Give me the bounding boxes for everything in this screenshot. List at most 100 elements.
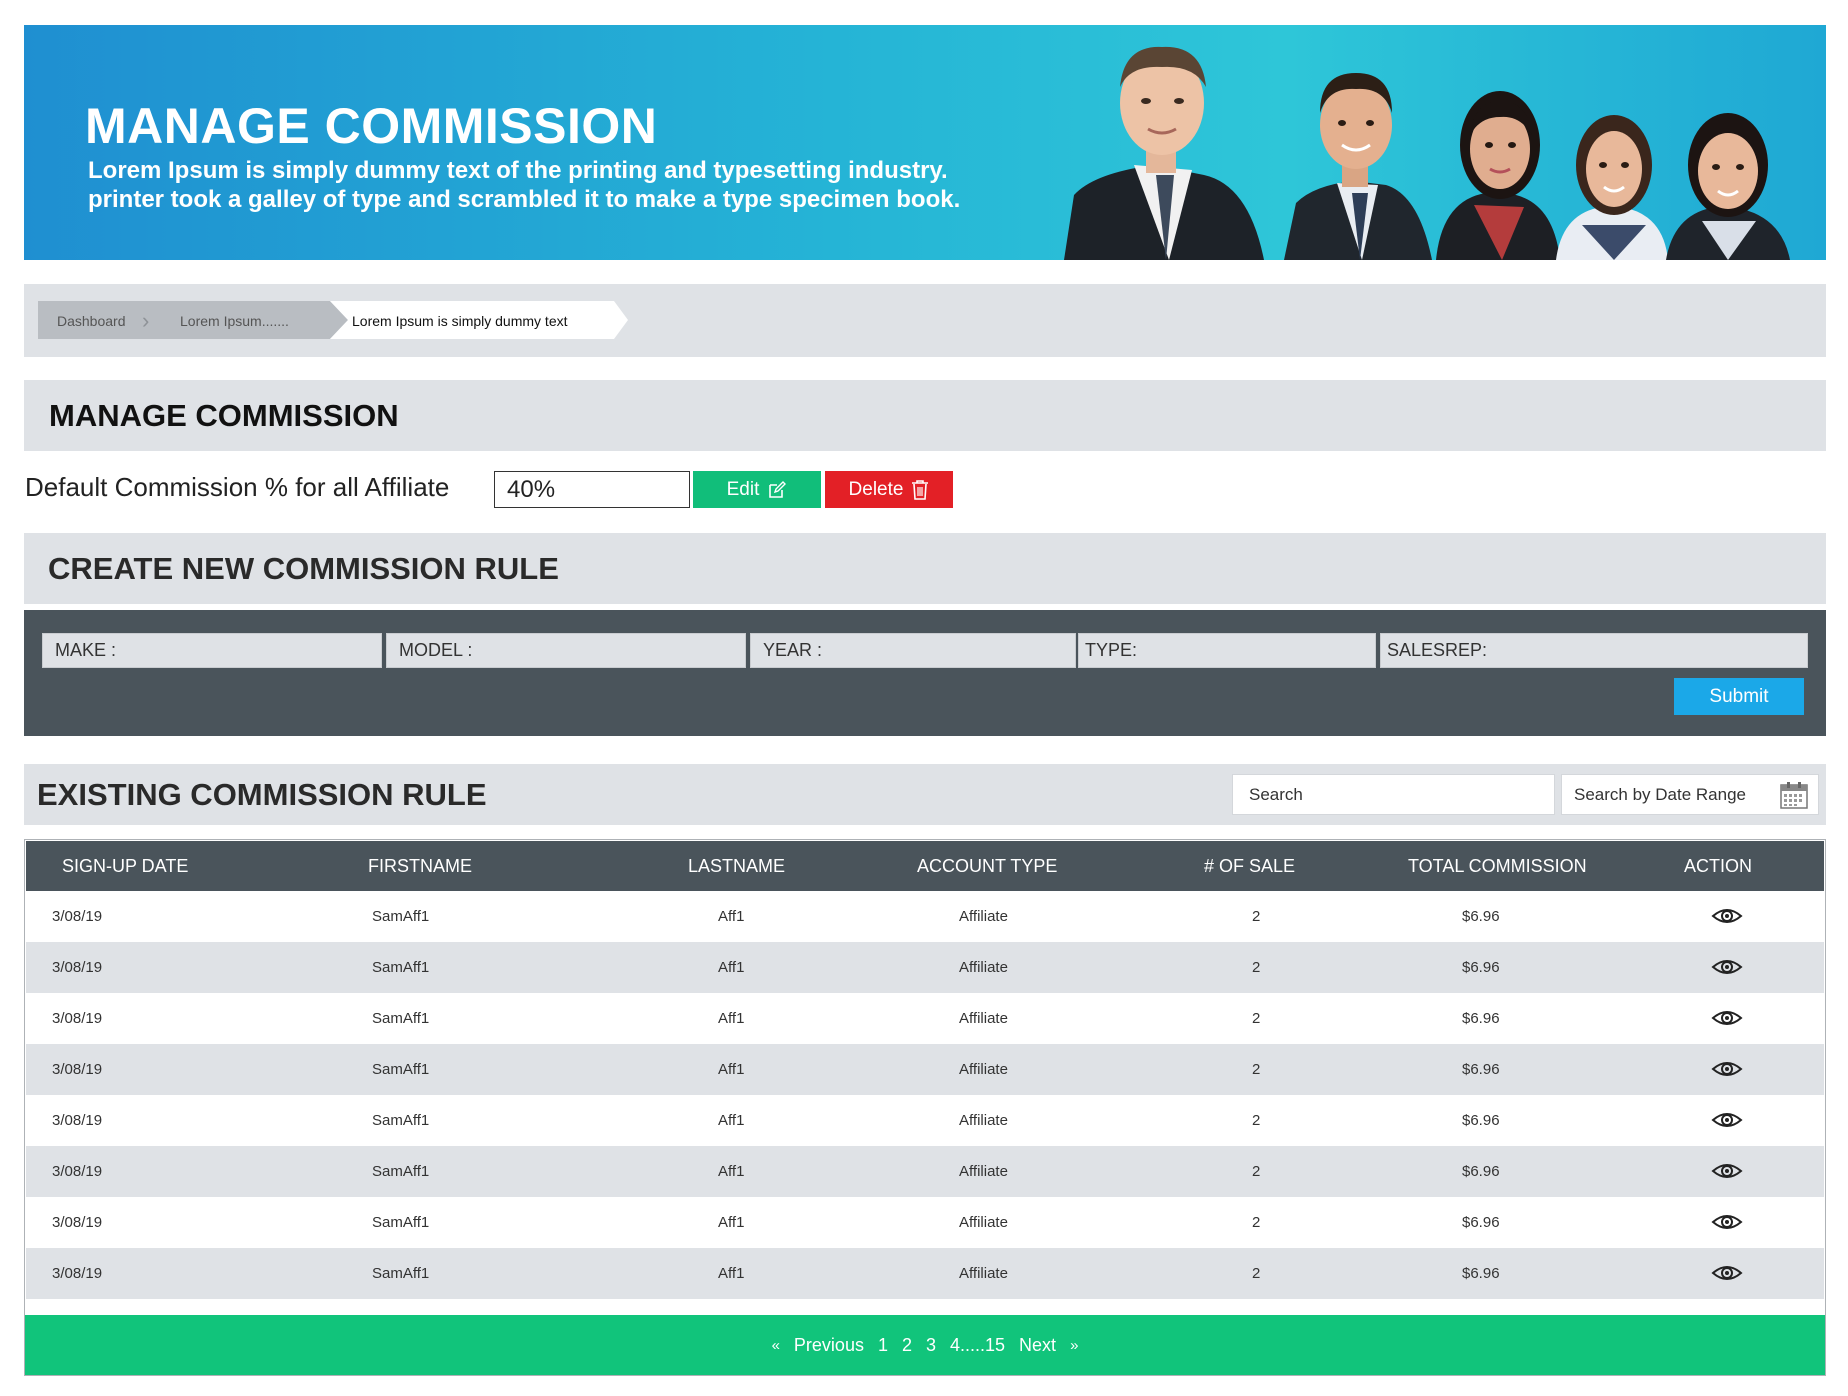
cell-lastname: Aff1 <box>718 908 745 925</box>
table-row: 3/08/19 SamAff1 Aff1 Affiliate 2 $6.96 <box>26 993 1824 1044</box>
cell-signup-date: 3/08/19 <box>52 959 103 976</box>
edit-button-label: Edit <box>726 478 760 500</box>
header-num-sale: # OF SALE <box>1204 856 1296 876</box>
date-range-input[interactable]: Search by Date Range <box>1561 774 1819 815</box>
hero-banner: MANAGE COMMISSION Lorem Ipsum is simply … <box>24 25 1826 260</box>
table-row: 3/08/19 SamAff1 Aff1 Affiliate 2 $6.96 <box>26 1197 1824 1248</box>
delete-button[interactable]: Delete <box>825 471 953 508</box>
table-row: 3/08/19 SamAff1 Aff1 Affiliate 2 $6.96 <box>26 1248 1824 1299</box>
cell-account-type: Affiliate <box>959 1265 1008 1282</box>
cell-firstname: SamAff1 <box>372 1061 430 1078</box>
create-rule-form: MAKE : MODEL : YEAR : TYPE: SALESREP: Su… <box>24 610 1826 736</box>
cell-account-type: Affiliate <box>959 1010 1008 1027</box>
submit-button[interactable]: Submit <box>1674 678 1804 715</box>
cell-signup-date: 3/08/19 <box>52 1214 103 1231</box>
cell-num-sale: 2 <box>1252 908 1261 925</box>
breadcrumb-item-dashboard[interactable]: Dashboard <box>57 313 126 329</box>
pagination-page-range[interactable]: 4.....15 <box>950 1335 1005 1356</box>
table-row: 3/08/19 SamAff1 Aff1 Affiliate 2 $6.96 <box>26 891 1824 942</box>
person-5 <box>1666 113 1790 260</box>
pagination-last[interactable]: » <box>1070 1337 1078 1354</box>
table-row: 3/08/19 SamAff1 Aff1 Affiliate 2 $6.96 <box>26 942 1824 993</box>
chevron-right-icon: › <box>142 308 150 333</box>
cell-total-commission: $6.96 <box>1462 1214 1500 1231</box>
header-lastname: LASTNAME <box>688 856 786 876</box>
header-account-type: ACCOUNT TYPE <box>917 856 1058 876</box>
view-eye-icon[interactable] <box>1711 957 1743 977</box>
cell-num-sale: 2 <box>1252 1112 1261 1129</box>
cell-signup-date: 3/08/19 <box>52 908 103 925</box>
table-row: 3/08/19 SamAff1 Aff1 Affiliate 2 $6.96 <box>26 1044 1824 1095</box>
cell-account-type: Affiliate <box>959 1163 1008 1180</box>
cell-total-commission: $6.96 <box>1462 1112 1500 1129</box>
breadcrumb: Dashboard › Lorem Ipsum....... Lorem Ips… <box>24 284 1826 357</box>
cell-total-commission: $6.96 <box>1462 959 1500 976</box>
search-input[interactable]: Search <box>1232 774 1555 815</box>
cell-num-sale: 2 <box>1252 959 1261 976</box>
banner-title: MANAGE COMMISSION <box>85 98 658 154</box>
cell-lastname: Aff1 <box>718 1265 745 1282</box>
view-eye-icon[interactable] <box>1711 906 1743 926</box>
pagination-page-1[interactable]: 1 <box>878 1335 888 1356</box>
default-commission-input[interactable] <box>494 471 690 508</box>
pagination: « Previous 1 2 3 4.....15 Next » <box>25 1315 1825 1375</box>
view-eye-icon[interactable] <box>1711 1110 1743 1130</box>
view-eye-icon[interactable] <box>1711 1008 1743 1028</box>
salesrep-field[interactable]: SALESREP: <box>1380 633 1808 668</box>
cell-num-sale: 2 <box>1252 1061 1261 1078</box>
make-field[interactable]: MAKE : <box>42 633 382 668</box>
cell-signup-date: 3/08/19 <box>52 1112 103 1129</box>
cell-account-type: Affiliate <box>959 1214 1008 1231</box>
date-range-placeholder: Search by Date Range <box>1574 785 1746 804</box>
pagination-first[interactable]: « <box>772 1337 780 1354</box>
person-1 <box>1064 46 1264 260</box>
cell-total-commission: $6.96 <box>1462 908 1500 925</box>
type-field[interactable]: TYPE: <box>1078 633 1376 668</box>
view-eye-icon[interactable] <box>1711 1161 1743 1181</box>
section-title-create: CREATE NEW COMMISSION RULE <box>48 551 559 586</box>
cell-account-type: Affiliate <box>959 1112 1008 1129</box>
cell-total-commission: $6.96 <box>1462 1163 1500 1180</box>
delete-button-label: Delete <box>848 478 904 500</box>
model-field[interactable]: MODEL : <box>386 633 746 668</box>
cell-account-type: Affiliate <box>959 908 1008 925</box>
section-title-manage: MANAGE COMMISSION <box>49 398 399 433</box>
table-row: 3/08/19 SamAff1 Aff1 Affiliate 2 $6.96 <box>26 1146 1824 1197</box>
view-eye-icon[interactable] <box>1711 1263 1743 1283</box>
pagination-page-2[interactable]: 2 <box>902 1335 912 1356</box>
cell-firstname: SamAff1 <box>372 1010 430 1027</box>
year-field[interactable]: YEAR : <box>750 633 1076 668</box>
cell-lastname: Aff1 <box>718 1061 745 1078</box>
cell-num-sale: 2 <box>1252 1265 1261 1282</box>
cell-signup-date: 3/08/19 <box>52 1010 103 1027</box>
header-action: ACTION <box>1684 856 1753 876</box>
cell-num-sale: 2 <box>1252 1163 1261 1180</box>
edit-button[interactable]: Edit <box>693 471 821 508</box>
trash-icon <box>912 479 929 500</box>
cell-firstname: SamAff1 <box>372 1265 430 1282</box>
create-rule-header: CREATE NEW COMMISSION RULE <box>24 533 1826 604</box>
pagination-previous[interactable]: Previous <box>794 1335 864 1356</box>
pagination-next[interactable]: Next <box>1019 1335 1056 1356</box>
cell-total-commission: $6.96 <box>1462 1010 1500 1027</box>
cell-firstname: SamAff1 <box>372 908 430 925</box>
cell-lastname: Aff1 <box>718 1112 745 1129</box>
cell-total-commission: $6.96 <box>1462 1061 1500 1078</box>
cell-lastname: Aff1 <box>718 959 745 976</box>
cell-firstname: SamAff1 <box>372 959 430 976</box>
cell-signup-date: 3/08/19 <box>52 1265 103 1282</box>
cell-num-sale: 2 <box>1252 1010 1261 1027</box>
view-eye-icon[interactable] <box>1711 1212 1743 1232</box>
commission-rules-table: SIGN-UP DATE FIRSTNAME LASTNAME ACCOUNT … <box>24 839 1826 1376</box>
manage-commission-header: MANAGE COMMISSION <box>24 380 1826 451</box>
cell-num-sale: 2 <box>1252 1214 1261 1231</box>
pagination-page-3[interactable]: 3 <box>926 1335 936 1356</box>
calendar-icon[interactable] <box>1779 780 1809 810</box>
person-4 <box>1556 115 1668 260</box>
cell-firstname: SamAff1 <box>372 1112 430 1129</box>
cell-total-commission: $6.96 <box>1462 1265 1500 1282</box>
cell-lastname: Aff1 <box>718 1214 745 1231</box>
view-eye-icon[interactable] <box>1711 1059 1743 1079</box>
breadcrumb-item-lorem[interactable]: Lorem Ipsum....... <box>180 313 289 329</box>
cell-account-type: Affiliate <box>959 959 1008 976</box>
